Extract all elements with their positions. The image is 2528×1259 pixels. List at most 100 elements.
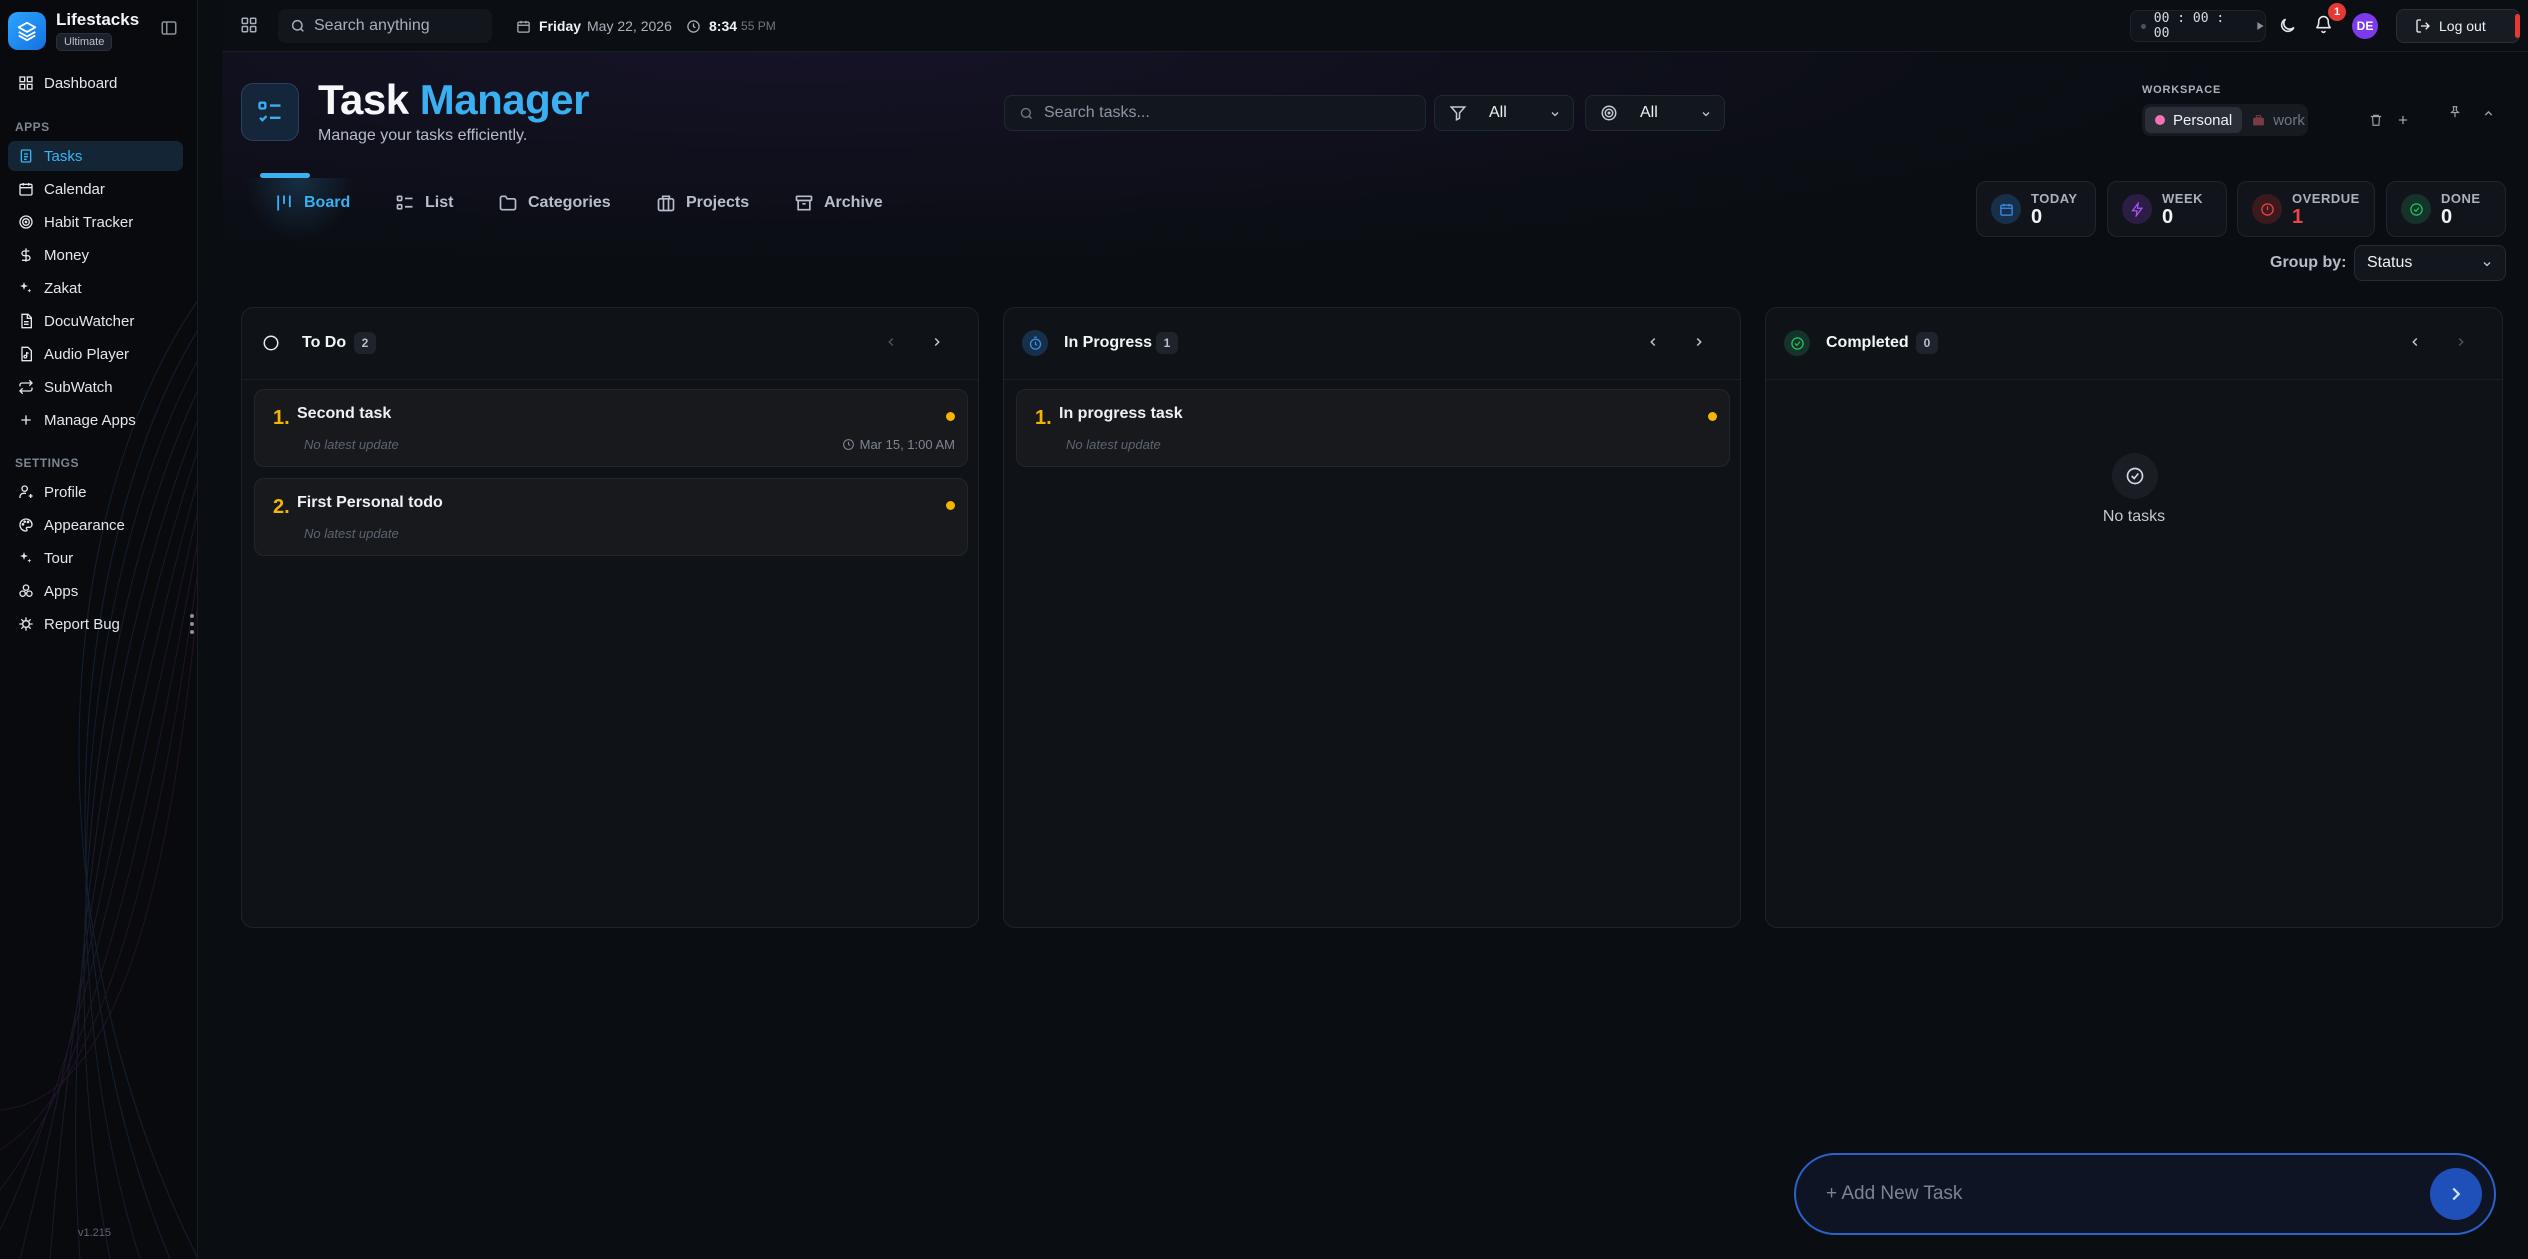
column-header: In Progress 1 [1004, 308, 1740, 380]
sidebar-item-label: Profile [44, 483, 87, 501]
tab-label: Archive [824, 194, 883, 211]
stat-done[interactable]: DONE 0 [2386, 181, 2506, 237]
sidebar-item-subwatch[interactable]: SubWatch [8, 372, 183, 402]
task-card[interactable]: 1. In progress task No latest update [1016, 389, 1730, 467]
check-circle-icon [2409, 202, 2423, 216]
sidebar-item-label: Appearance [44, 516, 125, 534]
app-launcher-button[interactable] [240, 16, 258, 34]
repeat-icon [19, 379, 33, 395]
pin-header-button[interactable] [2448, 105, 2462, 119]
column-completed: Completed 0 No tasks [1765, 307, 2503, 928]
status-filter-select[interactable]: All [1434, 95, 1574, 131]
sidebar-item-label: Apps [44, 582, 79, 600]
workspace-option-label: Personal [2173, 111, 2233, 129]
tab-archive[interactable]: Archive [794, 193, 883, 213]
sidebar-item-manage-apps[interactable]: Manage Apps [8, 405, 183, 435]
tab-list[interactable]: List [395, 193, 453, 213]
chevron-left-icon[interactable] [884, 335, 898, 349]
priority-filter-select[interactable]: All [1585, 95, 1725, 131]
empty-state-icon-wrap [2112, 453, 2158, 499]
sidebar-resize-handle[interactable] [190, 614, 194, 638]
app-version: v1.215 [78, 1227, 112, 1239]
sidebar-item-calendar[interactable]: Calendar [8, 174, 183, 204]
add-task-input[interactable]: + Add New Task [1794, 1153, 2496, 1235]
logout-icon [2416, 19, 2430, 33]
briefcase-icon [657, 195, 675, 212]
current-date-text: May 22, 2026 [587, 18, 672, 34]
task-latest-update: No latest update [1066, 437, 1161, 452]
sidebar-item-docuwatcher[interactable]: DocuWatcher [8, 306, 183, 336]
sidebar-item-report-bug[interactable]: Report Bug [8, 609, 183, 639]
tab-label: Categories [528, 194, 611, 211]
pin-icon [2450, 106, 2460, 118]
search-icon [1020, 107, 1032, 119]
sidebar-item-audio-player[interactable]: Audio Player [8, 339, 183, 369]
task-card[interactable]: 2. First Personal todo No latest update [254, 478, 968, 556]
chevron-left-icon[interactable] [1646, 335, 1660, 349]
task-title: First Personal todo [297, 494, 443, 511]
chevron-right-icon[interactable] [2454, 335, 2468, 349]
stat-label: DONE [2441, 190, 2481, 206]
dollar-icon [21, 248, 31, 262]
group-by-select[interactable]: Status [2354, 245, 2506, 281]
sidebar-item-habit-tracker[interactable]: Habit Tracker [8, 207, 183, 237]
current-date: Friday May 22, 2026 [516, 9, 672, 43]
stat-done-icon-wrap [2401, 194, 2431, 224]
workspace-label: WORKSPACE [2142, 84, 2222, 96]
focus-timer[interactable]: 00 : 00 : 00 [2130, 10, 2266, 42]
workspace-option-personal[interactable]: Personal [2145, 107, 2243, 133]
add-task-submit-button[interactable] [2430, 1168, 2482, 1220]
user-icon [19, 485, 33, 498]
sidebar-item-appearance[interactable]: Appearance [8, 510, 183, 540]
avatar[interactable]: DE [2352, 13, 2378, 39]
chevron-left-icon[interactable] [2408, 335, 2422, 349]
task-search-input[interactable]: Search tasks... [1004, 95, 1426, 131]
brand[interactable]: Lifestacks Ultimate [8, 10, 139, 51]
stat-week[interactable]: WEEK 0 [2107, 181, 2227, 237]
logout-label: Log out [2439, 18, 2486, 34]
bolt-icon [2130, 201, 2143, 217]
logout-button[interactable]: Log out [2396, 9, 2520, 43]
chevron-down-icon [1702, 112, 1710, 117]
logout-accent [2515, 14, 2520, 38]
add-workspace-button[interactable] [2396, 113, 2410, 127]
global-search-input[interactable]: Search anything [278, 9, 492, 43]
tab-label: List [425, 194, 454, 211]
sidebar-item-label: Calendar [44, 180, 105, 198]
collapse-header-button[interactable] [2482, 107, 2495, 120]
tasks-icon [20, 149, 32, 163]
stat-today[interactable]: TODAY 0 [1976, 181, 2096, 237]
sidebar-collapse-button[interactable] [160, 19, 178, 37]
sidebar-item-money[interactable]: Money [8, 240, 183, 270]
current-time-seconds: 55 PM [741, 19, 776, 33]
theme-toggle-button[interactable] [2278, 16, 2297, 35]
column-icon-wrap [1784, 330, 1810, 356]
priority-filter-value: All [1640, 104, 1658, 121]
sidebar-item-tasks[interactable]: Tasks [8, 141, 183, 171]
archive-icon [795, 195, 813, 211]
current-day: Friday [539, 18, 582, 34]
workspace-option-work[interactable]: work [2242, 107, 2315, 133]
task-title: Second task [297, 405, 392, 422]
chevron-right-icon[interactable] [930, 335, 944, 349]
sidebar-item-apps[interactable]: Apps [8, 576, 183, 606]
sidebar-item-tour[interactable]: Tour [8, 543, 183, 573]
clock-icon [687, 19, 700, 33]
tab-projects[interactable]: Projects [656, 193, 749, 213]
empty-state-text: No tasks [2102, 508, 2166, 525]
play-icon[interactable] [2254, 20, 2265, 32]
delete-workspace-button[interactable] [2369, 113, 2383, 127]
stat-overdue-icon-wrap [2252, 194, 2282, 224]
column-count-badge: 2 [354, 332, 376, 354]
tab-board[interactable]: Board [274, 193, 350, 213]
list-icon [396, 195, 413, 210]
sidebar-item-profile[interactable]: Profile [8, 477, 183, 507]
priority-dot [946, 501, 955, 510]
circle-icon [263, 335, 279, 351]
sidebar-item-dashboard[interactable]: Dashboard [8, 68, 183, 98]
task-card[interactable]: 1. Second task No latest update Mar 15, … [254, 389, 968, 467]
chevron-right-icon[interactable] [1692, 335, 1706, 349]
stat-overdue[interactable]: OVERDUE 1 [2237, 181, 2375, 237]
sidebar-item-zakat[interactable]: Zakat [8, 273, 183, 303]
tab-categories[interactable]: Categories [498, 193, 611, 213]
